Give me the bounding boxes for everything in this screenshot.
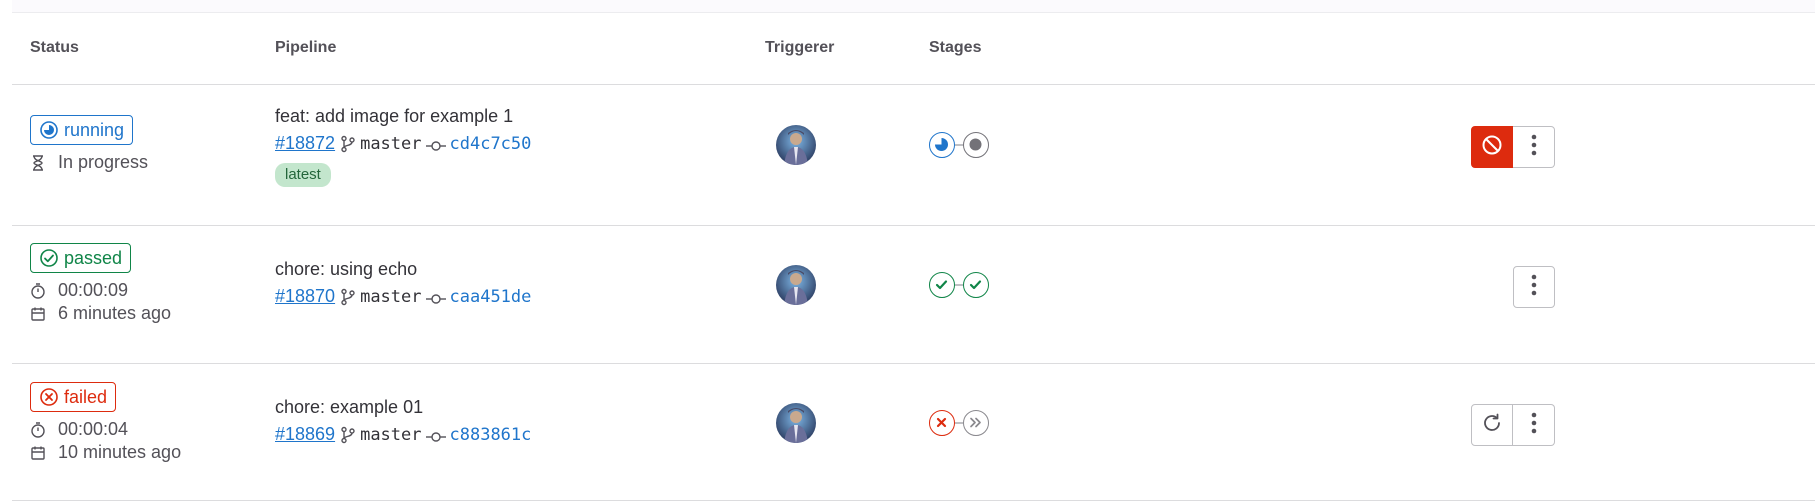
duration-info: In progress (30, 152, 148, 173)
stage-success-icon[interactable] (929, 272, 955, 298)
header-status: Status (30, 39, 79, 56)
row-actions (1513, 266, 1555, 308)
table-header: Status Pipeline Triggerer Stages (12, 13, 1815, 85)
calendar-icon (30, 445, 46, 461)
duration-info: 00:00:04 (30, 419, 128, 440)
avatar[interactable] (776, 125, 816, 165)
commit-sha-link[interactable]: caa451de (450, 287, 532, 307)
hourglass-icon (30, 154, 46, 171)
stage-connector (955, 284, 963, 286)
timer-icon (30, 282, 46, 299)
status-success-icon (39, 248, 59, 268)
status-badge-passed[interactable]: passed (30, 243, 132, 273)
top-strip (12, 0, 1815, 13)
status-badge-failed[interactable]: failed (30, 382, 117, 412)
branch-icon (339, 288, 357, 306)
commit-title[interactable]: chore: using echo (275, 259, 417, 280)
cancel-icon (1481, 134, 1503, 161)
stage-success-icon[interactable] (963, 272, 989, 298)
header-triggerer: Triggerer (765, 39, 835, 56)
retry-pipeline-button[interactable] (1471, 404, 1513, 446)
table-row: passed 00:00:09 6 minutes ago chore: usi… (12, 226, 1815, 364)
commit-title[interactable]: feat: add image for example 1 (275, 106, 513, 127)
commit-icon (425, 428, 446, 442)
more-actions-button[interactable] (1513, 126, 1555, 168)
commit-sha-link[interactable]: cd4c7c50 (450, 134, 532, 154)
retry-icon (1481, 412, 1503, 439)
pipelines-table: Status Pipeline Triggerer Stages running… (12, 13, 1815, 501)
commit-sha-link[interactable]: c883861c (450, 425, 532, 445)
status-failed-icon (39, 387, 59, 407)
stages-graph (929, 272, 989, 298)
stage-skipped-icon[interactable] (963, 410, 989, 436)
status-label: failed (64, 386, 108, 407)
row-actions (1471, 404, 1555, 446)
branch-name[interactable]: master (360, 134, 421, 154)
stage-created-icon[interactable] (963, 132, 989, 158)
latest-badge: latest (275, 163, 331, 187)
commit-icon (425, 290, 446, 304)
timer-icon (30, 421, 46, 438)
stage-connector (955, 144, 963, 146)
branch-name[interactable]: master (360, 287, 421, 307)
finished-time-text: 10 minutes ago (58, 442, 182, 462)
commit-icon (425, 137, 446, 151)
commit-title[interactable]: chore: example 01 (275, 397, 423, 418)
pipeline-id-link[interactable]: #18869 (275, 424, 335, 445)
branch-icon (339, 426, 357, 444)
row-actions (1471, 126, 1555, 168)
header-pipeline: Pipeline (275, 39, 337, 56)
cancel-pipeline-button[interactable] (1471, 126, 1513, 168)
duration-text: 00:00:09 (58, 280, 129, 300)
avatar[interactable] (776, 265, 816, 305)
stage-running-icon[interactable] (929, 132, 955, 158)
finished-info: 6 minutes ago (30, 303, 171, 324)
more-actions-button[interactable] (1513, 266, 1555, 308)
pipeline-id-link[interactable]: #18872 (275, 133, 335, 154)
status-badge-running[interactable]: running (30, 115, 134, 145)
duration-info: 00:00:09 (30, 280, 128, 301)
stage-failed-icon[interactable] (929, 410, 955, 436)
branch-name[interactable]: master (360, 425, 421, 445)
avatar[interactable] (776, 403, 816, 443)
table-row: failed 00:00:04 10 minutes ago chore: ex… (12, 364, 1815, 501)
duration-text: 00:00:04 (58, 419, 129, 439)
kebab-icon (1531, 412, 1537, 439)
finished-info: 10 minutes ago (30, 442, 181, 463)
pipeline-identifier: #18872 master cd4c7c50 (275, 133, 531, 154)
status-running-icon (39, 120, 59, 140)
header-stages: Stages (929, 39, 982, 56)
stages-graph (929, 132, 989, 158)
pipeline-identifier: #18869 master c883861c (275, 424, 531, 445)
table-row: running In progress feat: add image for … (12, 85, 1815, 226)
branch-icon (339, 135, 357, 153)
kebab-icon (1531, 134, 1537, 161)
status-label: passed (64, 247, 123, 268)
stage-connector (955, 422, 963, 424)
pipelines-page: Status Pipeline Triggerer Stages running… (0, 0, 1815, 503)
in-progress-text: In progress (58, 152, 149, 172)
status-label: running (64, 119, 125, 140)
finished-time-text: 6 minutes ago (58, 303, 172, 323)
pipeline-identifier: #18870 master caa451de (275, 286, 531, 307)
kebab-icon (1531, 274, 1537, 301)
stages-graph (929, 410, 989, 436)
pipeline-id-link[interactable]: #18870 (275, 286, 335, 307)
more-actions-button[interactable] (1513, 404, 1555, 446)
calendar-icon (30, 306, 46, 322)
